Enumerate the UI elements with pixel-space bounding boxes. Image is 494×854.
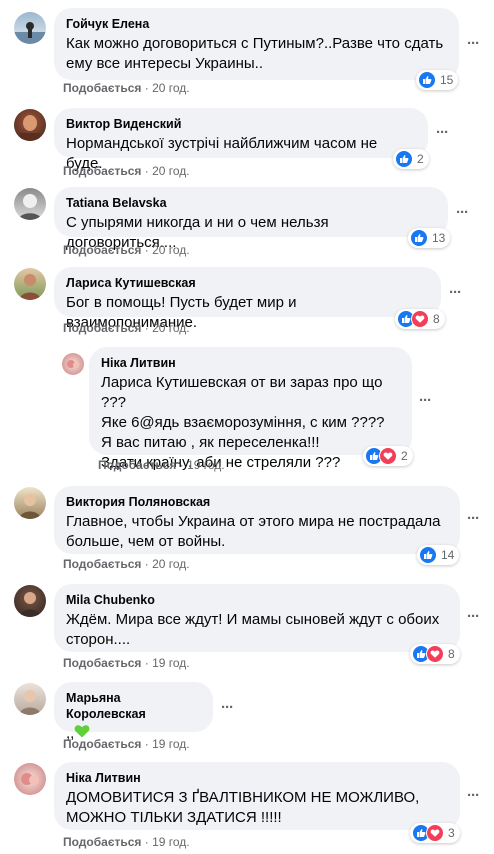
like-button[interactable]: Подобається [63, 321, 141, 335]
comment-timestamp[interactable]: 19 год. [187, 458, 225, 472]
love-reaction-icon [379, 447, 397, 465]
avatar[interactable] [14, 763, 46, 795]
more-options-icon[interactable]: ··· [452, 203, 472, 223]
comment-author[interactable]: Марьяна Королевская [66, 690, 201, 722]
like-reaction-icon [419, 546, 437, 564]
reaction-count: 8 [433, 312, 440, 326]
comment-meta: Подобається · 20 год. [63, 81, 190, 95]
comment-bubble: Марьяна Королевская ,, [54, 682, 213, 742]
love-reaction-icon [426, 824, 444, 842]
more-options-icon[interactable]: ··· [415, 391, 435, 411]
more-options-icon[interactable]: ··· [463, 786, 483, 806]
comment-bubble: Tatiana Belavska С упырями никогда и ни … [54, 187, 448, 251]
avatar[interactable] [14, 268, 46, 300]
love-reaction-icon [426, 645, 444, 663]
comment-meta: Подобається · 20 год. [63, 243, 190, 257]
avatar[interactable] [62, 353, 84, 375]
avatar[interactable] [14, 585, 46, 617]
comment-timestamp[interactable]: 19 год. [152, 835, 190, 849]
comment-bubble: Лариса Кутишевская Бог в помощь! Пусть б… [54, 267, 441, 331]
reaction-count: 8 [448, 647, 455, 661]
reaction-summary[interactable]: 15 [416, 70, 459, 90]
comment-meta: Подобається · 19 год. [63, 835, 190, 849]
comment-timestamp[interactable]: 20 год. [152, 243, 190, 257]
love-reaction-icon [411, 310, 429, 328]
more-options-icon[interactable]: ··· [445, 283, 465, 303]
comment-bubble: Ніка Литвин Лариса Кутишевская от ви зар… [89, 347, 412, 471]
avatar[interactable] [14, 683, 46, 715]
like-button[interactable]: Подобається [63, 737, 141, 751]
reaction-summary[interactable]: 2 [363, 446, 413, 466]
more-options-icon[interactable]: ··· [217, 698, 237, 718]
comment-meta: Подобається · 19 год. [63, 737, 190, 751]
comment-timestamp[interactable]: 19 год. [152, 737, 190, 751]
comment-author[interactable]: Tatiana Belavska [66, 195, 436, 211]
comment-meta: Подобається · 20 год. [63, 321, 190, 335]
comment-author[interactable]: Ніка Литвин [66, 770, 448, 786]
comment-author[interactable]: Лариса Кутишевская [66, 275, 429, 291]
comment-timestamp[interactable]: 20 год. [152, 321, 190, 335]
like-reaction-icon [395, 150, 413, 168]
reaction-summary[interactable]: 13 [408, 228, 451, 248]
comment-text: Главное, чтобы Украина от этого мира не … [66, 513, 441, 550]
more-options-icon[interactable]: ··· [463, 607, 483, 627]
comment-author[interactable]: Виктория Поляновская [66, 494, 448, 510]
comment-author[interactable]: Гойчук Елена [66, 16, 447, 32]
comment-author[interactable]: Ніка Литвин [101, 355, 400, 371]
like-button[interactable]: Подобається [63, 656, 141, 670]
like-button[interactable]: Подобається [98, 458, 176, 472]
comment-timestamp[interactable]: 19 год. [152, 656, 190, 670]
avatar[interactable] [14, 487, 46, 519]
avatar[interactable] [14, 188, 46, 220]
comment-bubble: Mila Chubenko Ждём. Мира все ждут! И мам… [54, 584, 460, 652]
reaction-summary[interactable]: 2 [393, 149, 429, 169]
comment-timestamp[interactable]: 20 год. [152, 164, 190, 178]
comment-bubble: Гойчук Елена Как можно договориться с Пу… [54, 8, 459, 80]
like-button[interactable]: Подобається [63, 835, 141, 849]
comment-meta: Подобається · 20 год. [63, 164, 190, 178]
reaction-count: 13 [432, 231, 446, 245]
more-options-icon[interactable]: ··· [463, 34, 483, 54]
comment-meta: Подобається · 19 год. [98, 458, 225, 472]
like-button[interactable]: Подобається [63, 243, 141, 257]
reaction-count: 14 [441, 548, 455, 562]
reaction-summary[interactable]: 8 [395, 309, 445, 329]
reaction-summary[interactable]: 3 [410, 823, 460, 843]
comment-meta: Подобається · 19 год. [63, 656, 190, 670]
comment-bubble: Ніка Литвин ДОМОВИТИСЯ З ҐВАЛТІВНИКОМ НЕ… [54, 762, 460, 830]
like-button[interactable]: Подобається [63, 81, 141, 95]
like-reaction-icon [410, 229, 428, 247]
comment-timestamp[interactable]: 20 год. [152, 557, 190, 571]
like-reaction-icon [418, 71, 436, 89]
comment-text: ДОМОВИТИСЯ З ҐВАЛТІВНИКОМ НЕ МОЖЛИВО, МО… [66, 789, 420, 826]
more-options-icon[interactable]: ··· [432, 123, 452, 143]
comment-timestamp[interactable]: 20 год. [152, 81, 190, 95]
comment-text: Как можно договориться с Путиным?..Разве… [66, 35, 444, 72]
more-options-icon[interactable]: ··· [463, 509, 483, 529]
like-button[interactable]: Подобається [63, 164, 141, 178]
reaction-count: 3 [448, 826, 455, 840]
comment-author[interactable]: Mila Chubenko [66, 592, 448, 608]
like-button[interactable]: Подобається [63, 557, 141, 571]
reaction-summary[interactable]: 8 [410, 644, 460, 664]
comment-bubble: Виктория Поляновская Главное, чтобы Укра… [54, 486, 460, 554]
comment-bubble: Виктор Виденский Нормандської зустрічі н… [54, 108, 428, 172]
comment-text: Ждём. Мира все ждут! И мамы сыновей ждут… [66, 611, 440, 648]
reaction-summary[interactable]: 14 [417, 545, 460, 565]
comment-author[interactable]: Виктор Виденский [66, 116, 416, 132]
reaction-count: 2 [417, 152, 424, 166]
reaction-count: 2 [401, 449, 408, 463]
reaction-count: 15 [440, 73, 454, 87]
avatar[interactable] [14, 12, 46, 44]
avatar[interactable] [14, 109, 46, 141]
comment-meta: Подобається · 20 год. [63, 557, 190, 571]
